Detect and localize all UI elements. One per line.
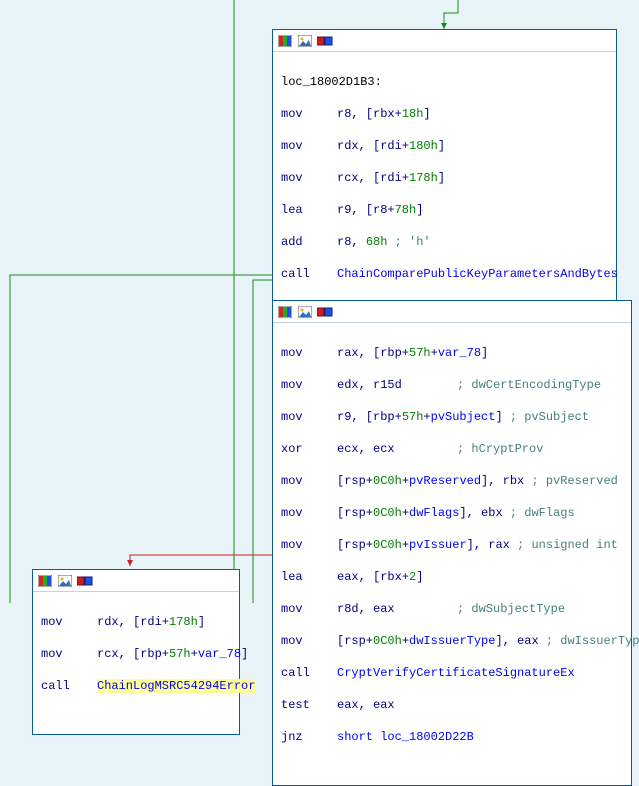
image-icon[interactable] — [297, 34, 313, 48]
palette-icon[interactable] — [37, 574, 53, 588]
basic-block-2[interactable]: movrax, [rbp+57h+var_78] movedx, r15d; d… — [272, 300, 632, 786]
toggle-icon[interactable] — [317, 34, 333, 48]
toggle-icon[interactable] — [77, 574, 93, 588]
palette-icon[interactable] — [277, 34, 293, 48]
highlighted-symbol: ChainLogMSRC54294Error — [97, 679, 255, 693]
disassembly-body: movrax, [rbp+57h+var_78] movedx, r15d; d… — [273, 323, 631, 785]
graph-canvas[interactable]: loc_18002D1B3: movr8, [rbx+18h] movrdx, … — [0, 0, 639, 603]
node-toolbar — [33, 570, 239, 592]
block-label: loc_18002D1B3: — [281, 74, 608, 90]
disassembly-body: movrdx, [rdi+178h] movrcx, [rbp+57h+var_… — [33, 592, 239, 734]
basic-block-3[interactable]: movrdx, [rdi+178h] movrcx, [rbp+57h+var_… — [32, 569, 240, 735]
node-toolbar — [273, 301, 631, 323]
image-icon[interactable] — [57, 574, 73, 588]
palette-icon[interactable] — [277, 305, 293, 319]
image-icon[interactable] — [297, 305, 313, 319]
node-toolbar — [273, 30, 616, 52]
toggle-icon[interactable] — [317, 305, 333, 319]
